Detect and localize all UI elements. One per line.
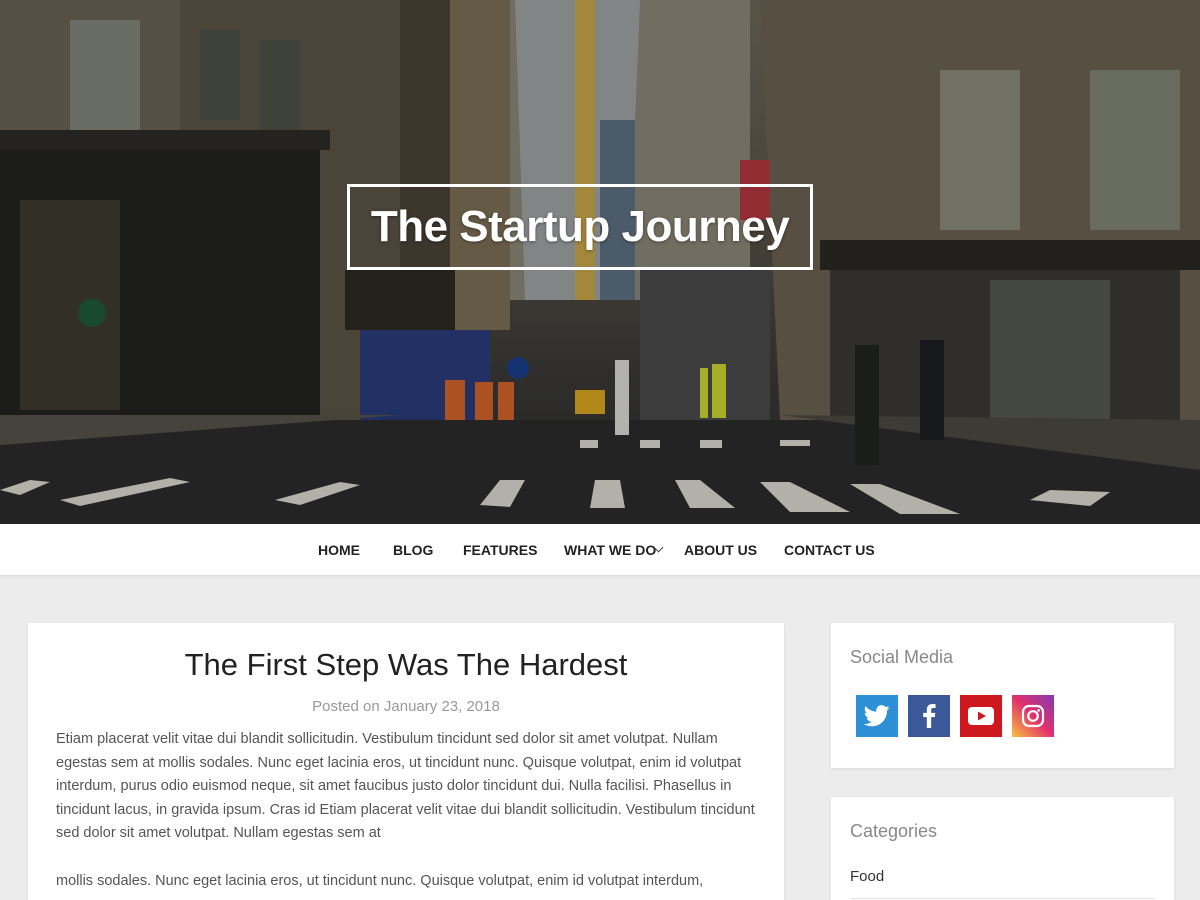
post-card: The First Step Was The Hardest Posted on… xyxy=(28,623,784,900)
posted-on-label: Posted on xyxy=(312,698,380,715)
nav-item-blog[interactable]: BLOG xyxy=(393,524,433,576)
post-date[interactable]: January 23, 2018 xyxy=(384,698,500,715)
nav-item-contact-us[interactable]: CONTACT US xyxy=(784,524,875,576)
post-meta: Posted on January 23, 2018 xyxy=(28,698,784,715)
site-title-box[interactable]: The Startup Journey xyxy=(347,184,813,270)
instagram-icon[interactable] xyxy=(1012,695,1054,737)
nav-item-home[interactable]: HOME xyxy=(318,524,360,576)
categories-widget: Categories Food xyxy=(831,797,1174,900)
hero-banner: The Startup Journey xyxy=(0,0,1200,524)
youtube-icon[interactable] xyxy=(960,695,1002,737)
nav-item-about-us[interactable]: ABOUT US xyxy=(684,524,757,576)
widget-title: Categories xyxy=(850,821,938,841)
post-paragraph: mollis sodales. Nunc eget lacinia eros, … xyxy=(56,873,704,889)
divider xyxy=(850,898,1155,899)
facebook-icon[interactable] xyxy=(908,695,950,737)
site-title[interactable]: The Startup Journey xyxy=(371,202,790,252)
post-title[interactable]: The First Step Was The Hardest xyxy=(28,647,784,683)
widget-title: Social Media xyxy=(850,647,954,667)
social-media-widget: Social Media xyxy=(831,623,1174,768)
nav-item-features[interactable]: FEATURES xyxy=(463,524,537,576)
category-link[interactable]: Food xyxy=(850,868,884,885)
twitter-icon[interactable] xyxy=(856,695,898,737)
main-navigation: HOME BLOG FEATURES WHAT WE DO ABOUT US C… xyxy=(0,524,1200,576)
post-paragraph: Etiam placerat velit vitae dui blandit s… xyxy=(56,731,755,841)
nav-item-what-we-do[interactable]: WHAT WE DO xyxy=(564,524,656,576)
